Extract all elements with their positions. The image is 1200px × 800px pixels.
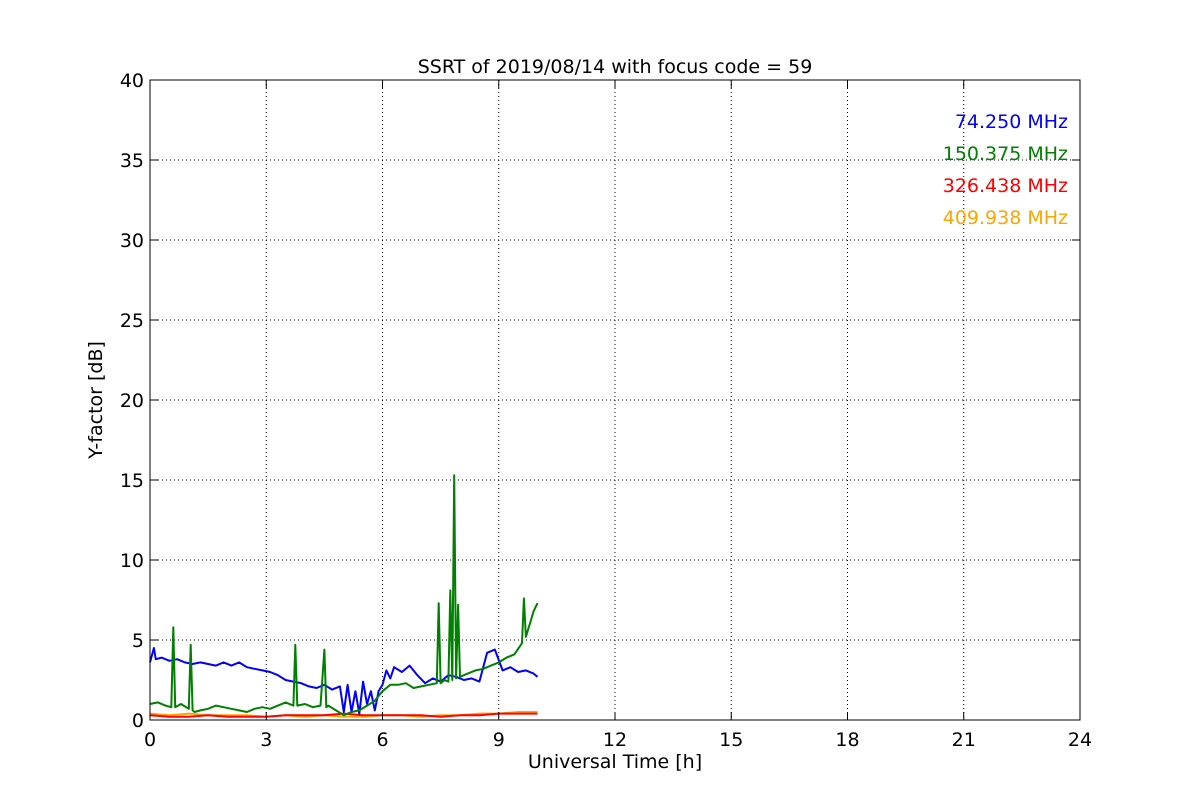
- x-tick-label: 6: [376, 729, 388, 751]
- y-tick-label: 5: [132, 630, 144, 652]
- y-tick-label: 30: [120, 230, 144, 252]
- y-tick-label: 40: [120, 70, 144, 92]
- x-tick-label: 21: [952, 729, 976, 751]
- legend-item-2: 326.438 MHz: [943, 175, 1068, 197]
- chart-svg: 0 3 6 9 12 15 18 21 24 0 5 10 15 20 25 30 35 40 SSRT of 2…: [0, 0, 1200, 800]
- y-tick-label: 20: [120, 390, 144, 412]
- x-tick-label: 18: [835, 729, 859, 751]
- legend-item-1: 150.375 MHz: [943, 143, 1068, 165]
- legend-item-0: 74.250 MHz: [955, 111, 1068, 133]
- x-tick-label: 9: [493, 729, 505, 751]
- x-tick-label: 12: [603, 729, 627, 751]
- y-tick-label: 25: [120, 310, 144, 332]
- y-tick-label: 0: [132, 710, 144, 732]
- legend-item-3: 409.938 MHz: [943, 207, 1068, 229]
- x-tick-label: 15: [719, 729, 743, 751]
- chart-title: SSRT of 2019/08/14 with focus code = 59: [418, 56, 813, 78]
- y-axis-label: Y-factor [dB]: [85, 341, 107, 460]
- y-tick-label: 15: [120, 470, 144, 492]
- x-axis-label: Universal Time [h]: [528, 751, 702, 773]
- x-tick-label: 3: [260, 729, 272, 751]
- y-tick-label: 10: [120, 550, 144, 572]
- x-tick-label: 0: [144, 729, 156, 751]
- x-tick-label: 24: [1068, 729, 1092, 751]
- y-tick-label: 35: [120, 150, 144, 172]
